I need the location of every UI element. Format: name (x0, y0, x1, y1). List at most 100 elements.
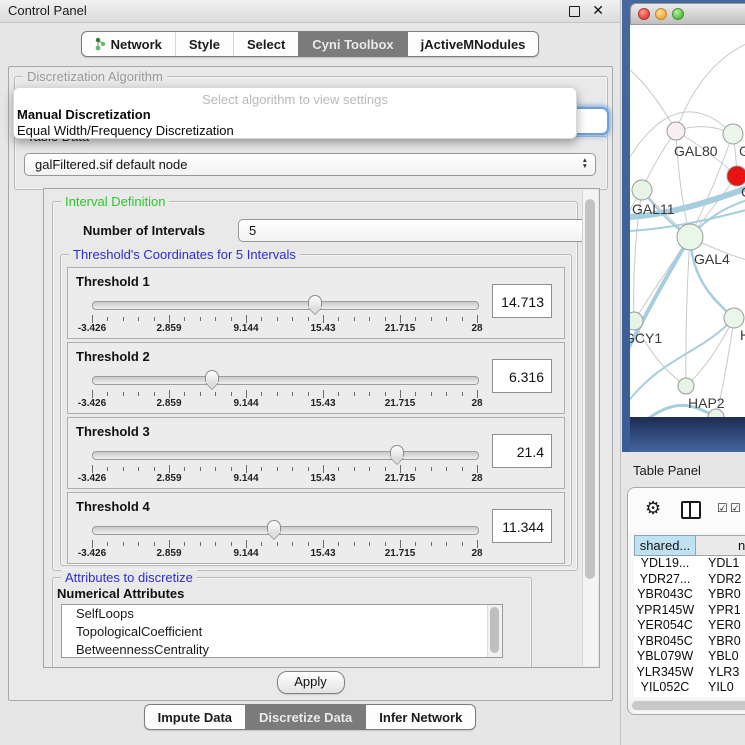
algorithm-option-manual-discretization[interactable]: Manual Discretization (17, 107, 568, 123)
columns-icon[interactable] (681, 501, 701, 519)
table-body[interactable]: YDL19...YDL1YDR27...YDR2YBR043CYBR0YPR14… (634, 556, 745, 697)
attribute-item-topologicalcoefficient[interactable]: TopologicalCoefficient (62, 623, 502, 641)
algorithm-dropdown-popup: Select algorithm to view settings Manual… (13, 87, 577, 139)
threshold-label: Threshold 2 (76, 349, 150, 364)
cell-shared-name: YIL052C (634, 680, 696, 696)
vertical-scrollbar-thumb[interactable] (585, 199, 595, 579)
algorithm-option-equal-width-frequency-discretization[interactable]: Equal Width/Frequency Discretization (17, 123, 568, 139)
tab-network[interactable]: Network (82, 32, 175, 56)
cell-name: YIL0 (696, 680, 734, 696)
column-header-name[interactable]: n (696, 535, 745, 556)
table-row[interactable]: YBR043CYBR0 (634, 587, 745, 603)
attributes-scrollbar-thumb[interactable] (490, 607, 499, 653)
node-label: GCY1 (630, 330, 662, 346)
attribute-item-selfloops[interactable]: SelfLoops (62, 605, 502, 623)
cell-shared-name: YPR145W (634, 603, 696, 619)
control-panel-titlebar: Control Panel ✕ (0, 0, 620, 23)
network-node-hap2[interactable] (678, 378, 694, 394)
minimize-traffic-light-icon[interactable] (655, 8, 667, 20)
table-row[interactable]: YLR345WYLR3 (634, 665, 745, 681)
slider-tick-labels: -3.4262.8599.14415.4321.71528 (92, 473, 477, 484)
network-node-h[interactable] (724, 308, 744, 328)
algorithm-options: Manual DiscretizationEqual Width/Frequen… (17, 107, 568, 138)
table-row[interactable]: YBL079WYBL0 (634, 649, 745, 665)
table-row[interactable]: YDL19...YDL1 (634, 556, 745, 572)
number-of-intervals-row: Number of Intervals 5 ▲▼ (83, 219, 563, 243)
close-traffic-light-icon[interactable] (638, 8, 650, 20)
threshold-slider-thumb[interactable] (205, 370, 219, 382)
network-canvas[interactable]: GAL80GACGAL11GAL4GCY1HHAP2 (630, 25, 745, 417)
attributes-scrollbar[interactable] (487, 605, 502, 657)
table-row[interactable]: YER054CYER0 (634, 618, 745, 634)
tab-jactivemnodules[interactable]: jActiveMNodules (407, 32, 539, 56)
table-panel: ⚙ ☑ ☑ shared... n YDL19...YDL1YDR27...YD… (627, 487, 745, 715)
table-data-combobox[interactable]: galFiltered.sif default node ▲▼ (24, 153, 596, 176)
threshold-value-field[interactable]: 21.4 (492, 434, 552, 468)
close-icon[interactable]: ✕ (592, 2, 604, 19)
number-of-intervals-label: Number of Intervals (83, 223, 205, 238)
attribute-item-betweennesscentrality[interactable]: BetweennessCentrality (62, 641, 502, 658)
tab-cyni-toolbox[interactable]: Cyni Toolbox (298, 32, 406, 56)
slider-ticks (92, 465, 477, 473)
threshold-slider-thumb[interactable] (267, 520, 281, 532)
apply-button[interactable]: Apply (277, 671, 345, 694)
table-row[interactable]: YPR145WYPR1 (634, 603, 745, 619)
threshold-slider-thumb[interactable] (308, 295, 322, 307)
network-node-ga[interactable] (723, 124, 743, 144)
threshold-value-field[interactable]: 11.344 (492, 509, 552, 543)
threshold-label: Threshold 3 (76, 424, 150, 439)
table-panel-strip: Table Panel (622, 452, 745, 487)
network-window-titlebar[interactable] (630, 3, 745, 25)
table-row[interactable]: YDR27...YDR2 (634, 572, 745, 588)
node-label: H (740, 327, 745, 343)
number-of-intervals-combobox[interactable]: 5 ▲▼ (238, 219, 598, 242)
checkbox-icon[interactable]: ☑ (730, 501, 741, 515)
control-panel: Control Panel ✕ NetworkStyleSelectCyni T… (0, 0, 621, 745)
network-node-gal80[interactable] (667, 122, 685, 140)
threshold-value-field[interactable]: 14.713 (492, 284, 552, 318)
tab-infer-network[interactable]: Infer Network (365, 705, 475, 729)
bottom-tabs-wrap: Impute DataDiscretize DataInfer Network (0, 704, 620, 730)
table-horizontal-scrollbar[interactable] (628, 700, 745, 711)
cell-name: YDL1 (696, 556, 739, 572)
threshold-value-field[interactable]: 6.316 (492, 359, 552, 393)
vertical-scrollbar[interactable] (582, 190, 598, 666)
node-label: HAP2 (688, 395, 725, 411)
network-edge (686, 237, 690, 386)
table-row[interactable]: YIL052CYIL0 (634, 680, 745, 696)
threshold-label: Threshold 4 (76, 499, 150, 514)
cell-shared-name: YBL079W (634, 649, 696, 665)
tab-select[interactable]: Select (233, 32, 298, 56)
threshold-slider-track[interactable] (92, 301, 479, 310)
network-node-gcy1[interactable] (630, 312, 643, 330)
network-node-gal11[interactable] (632, 180, 652, 200)
threshold-slider-track[interactable] (92, 451, 479, 460)
cell-shared-name: YDR27... (634, 572, 696, 588)
numerical-attributes-list[interactable]: SelfLoopsTopologicalCoefficientBetweenne… (61, 604, 503, 658)
gear-icon[interactable]: ⚙ (645, 498, 661, 519)
threshold-slider-track[interactable] (92, 376, 479, 385)
slider-ticks (92, 390, 477, 398)
threshold-slider-thumb[interactable] (390, 445, 404, 457)
threshold-slider-track[interactable] (92, 526, 479, 535)
cell-name: YLR3 (696, 665, 739, 681)
network-node-c[interactable] (727, 166, 745, 186)
zoom-traffic-light-icon[interactable] (672, 8, 684, 20)
threshold-coordinates-group: Threshold's Coordinates for 5 Intervals … (60, 254, 572, 566)
network-node-gal4[interactable] (677, 224, 703, 250)
float-window-icon[interactable] (569, 6, 580, 17)
slider-ticks (92, 540, 477, 548)
slider-tick-labels: -3.4262.8599.14415.4321.71528 (92, 398, 477, 409)
checkbox-icon[interactable]: ☑ (717, 501, 728, 515)
cell-name: YPR1 (696, 603, 741, 619)
tab-discretize-data[interactable]: Discretize Data (245, 705, 365, 729)
table-row[interactable]: YBR045CYBR0 (634, 634, 745, 650)
column-header-shared-name[interactable]: shared... (634, 535, 696, 556)
table-horizontal-scrollbar-thumb[interactable] (632, 701, 745, 710)
cell-shared-name: YER054C (634, 618, 696, 634)
settings-scroll-panel: Interval Definition Number of Intervals … (43, 188, 600, 668)
node-label: GA (739, 143, 745, 159)
tab-style[interactable]: Style (175, 32, 233, 56)
network-icon (95, 37, 106, 52)
tab-impute-data[interactable]: Impute Data (145, 705, 245, 729)
